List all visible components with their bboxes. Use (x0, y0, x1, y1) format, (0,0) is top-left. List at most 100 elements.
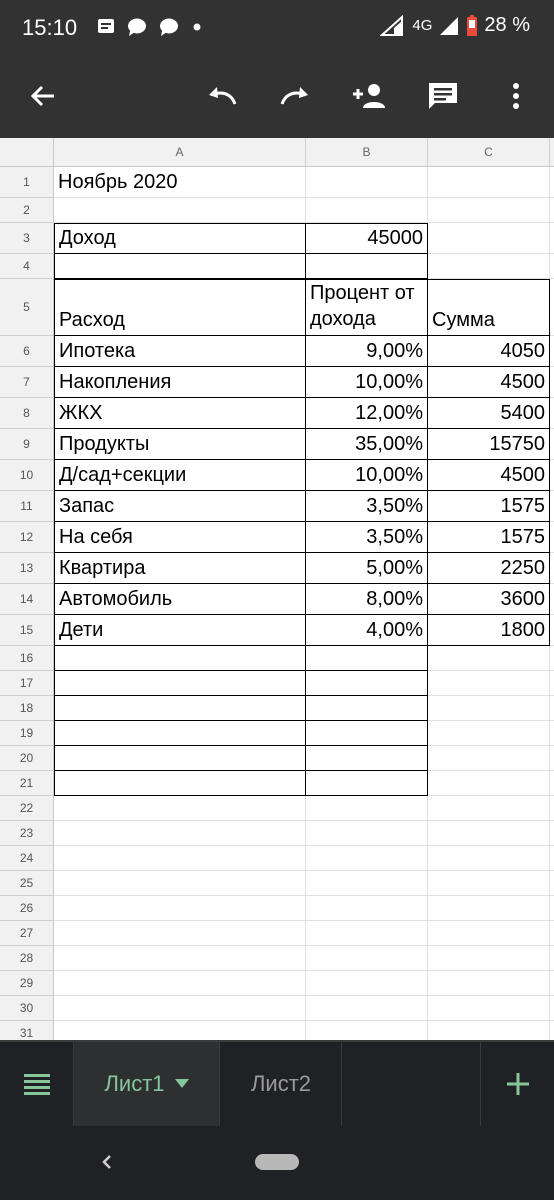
expense-percent-cell[interactable]: 12,00% (306, 398, 428, 429)
expense-name-cell[interactable]: Квартира (54, 553, 306, 584)
grid-cell[interactable] (54, 696, 306, 721)
grid-cell[interactable] (428, 821, 550, 846)
row-header[interactable]: 12 (0, 522, 54, 553)
grid-cell[interactable] (54, 971, 306, 996)
grid-cell[interactable] (306, 1021, 428, 1040)
expense-name-cell[interactable]: Автомобиль (54, 584, 306, 615)
row-header[interactable]: 5 (0, 279, 54, 336)
grid-cell[interactable] (306, 871, 428, 896)
grid-cell[interactable] (54, 996, 306, 1021)
row-header[interactable]: 26 (0, 896, 54, 921)
row-header[interactable]: 24 (0, 846, 54, 871)
back-button[interactable] (21, 74, 65, 118)
grid-cell[interactable] (550, 896, 554, 921)
grid-cell[interactable] (306, 671, 428, 696)
sheet-title-cell[interactable]: Ноябрь 2020 (54, 167, 306, 198)
grid-cell[interactable] (550, 615, 554, 646)
sheets-list-button[interactable] (0, 1042, 74, 1126)
row-header[interactable]: 1 (0, 167, 54, 198)
grid-cell[interactable] (54, 721, 306, 746)
row-header[interactable]: 13 (0, 553, 54, 584)
grid-cell[interactable] (550, 871, 554, 896)
expense-percent-cell[interactable]: 35,00% (306, 429, 428, 460)
row-header[interactable]: 7 (0, 367, 54, 398)
column-header-b[interactable]: B (306, 138, 428, 167)
expense-sum-cell[interactable]: 4500 (428, 460, 550, 491)
grid-cell[interactable] (428, 223, 550, 254)
grid-cell[interactable] (54, 198, 306, 223)
grid-cell[interactable] (550, 646, 554, 671)
grid-cell[interactable] (54, 254, 306, 279)
row-header[interactable]: 9 (0, 429, 54, 460)
grid-cell[interactable] (54, 821, 306, 846)
redo-button[interactable] (273, 74, 317, 118)
row-header[interactable]: 16 (0, 646, 54, 671)
grid-cell[interactable] (428, 671, 550, 696)
row-header[interactable]: 25 (0, 871, 54, 896)
column-header-a[interactable]: A (54, 138, 306, 167)
row-header[interactable]: 20 (0, 746, 54, 771)
grid-cell[interactable] (428, 746, 550, 771)
expense-sum-cell[interactable]: 15750 (428, 429, 550, 460)
grid-cell[interactable] (306, 721, 428, 746)
grid-cell[interactable] (550, 367, 554, 398)
grid-cell[interactable] (306, 846, 428, 871)
grid-cell[interactable] (550, 279, 554, 336)
grid-cell[interactable] (306, 167, 428, 198)
sheet-tab-2[interactable]: Лист2 (221, 1042, 342, 1126)
row-header[interactable]: 10 (0, 460, 54, 491)
row-header[interactable]: 22 (0, 796, 54, 821)
grid-cell[interactable] (54, 646, 306, 671)
grid-cell[interactable] (550, 821, 554, 846)
add-sheet-button[interactable] (480, 1042, 554, 1126)
grid-cell[interactable] (550, 996, 554, 1021)
grid-cell[interactable] (54, 771, 306, 796)
grid-cell[interactable] (428, 871, 550, 896)
row-header[interactable]: 23 (0, 821, 54, 846)
spreadsheet-grid[interactable]: A B C 1 Ноябрь 2020 2 3 Доход 45000 4 5 Расход Пр… (0, 138, 554, 1040)
expense-sum-cell[interactable]: 3600 (428, 584, 550, 615)
grid-cell[interactable] (550, 167, 554, 198)
grid-cell[interactable] (428, 721, 550, 746)
expense-percent-cell[interactable]: 10,00% (306, 460, 428, 491)
grid-cell[interactable] (306, 821, 428, 846)
grid-cell[interactable] (550, 491, 554, 522)
expense-percent-cell[interactable]: 8,00% (306, 584, 428, 615)
row-header[interactable]: 28 (0, 946, 54, 971)
grid-cell[interactable] (54, 796, 306, 821)
expense-sum-cell[interactable]: 1800 (428, 615, 550, 646)
expense-percent-cell[interactable]: 3,50% (306, 491, 428, 522)
expense-percent-cell[interactable]: 4,00% (306, 615, 428, 646)
row-header[interactable]: 21 (0, 771, 54, 796)
row-header[interactable]: 18 (0, 696, 54, 721)
grid-cell[interactable] (428, 846, 550, 871)
undo-button[interactable] (200, 74, 244, 118)
expense-sum-cell[interactable]: 1575 (428, 522, 550, 553)
grid-cell[interactable] (550, 553, 554, 584)
row-header[interactable]: 17 (0, 671, 54, 696)
nav-back-button[interactable] (96, 1148, 116, 1176)
grid-cell[interactable] (306, 946, 428, 971)
income-label-cell[interactable]: Доход (54, 223, 306, 254)
grid-cell[interactable] (428, 946, 550, 971)
grid-cell[interactable] (550, 946, 554, 971)
grid-cell[interactable] (54, 1021, 306, 1040)
grid-cell[interactable] (550, 796, 554, 821)
row-header[interactable]: 27 (0, 921, 54, 946)
row-header[interactable]: 2 (0, 198, 54, 223)
grid-cell[interactable] (306, 796, 428, 821)
grid-cell[interactable] (428, 1021, 550, 1040)
grid-cell[interactable] (550, 671, 554, 696)
grid-cell[interactable] (54, 871, 306, 896)
grid-cell[interactable] (428, 996, 550, 1021)
row-header[interactable]: 31 (0, 1021, 54, 1040)
share-button[interactable] (347, 74, 391, 118)
expense-name-cell[interactable]: Запас (54, 491, 306, 522)
expense-name-cell[interactable]: Д/сад+секции (54, 460, 306, 491)
grid-cell[interactable] (550, 398, 554, 429)
grid-cell[interactable] (306, 198, 428, 223)
row-header[interactable]: 6 (0, 336, 54, 367)
grid-cell[interactable] (428, 796, 550, 821)
grid-cell[interactable] (428, 646, 550, 671)
expense-percent-cell[interactable]: 5,00% (306, 553, 428, 584)
